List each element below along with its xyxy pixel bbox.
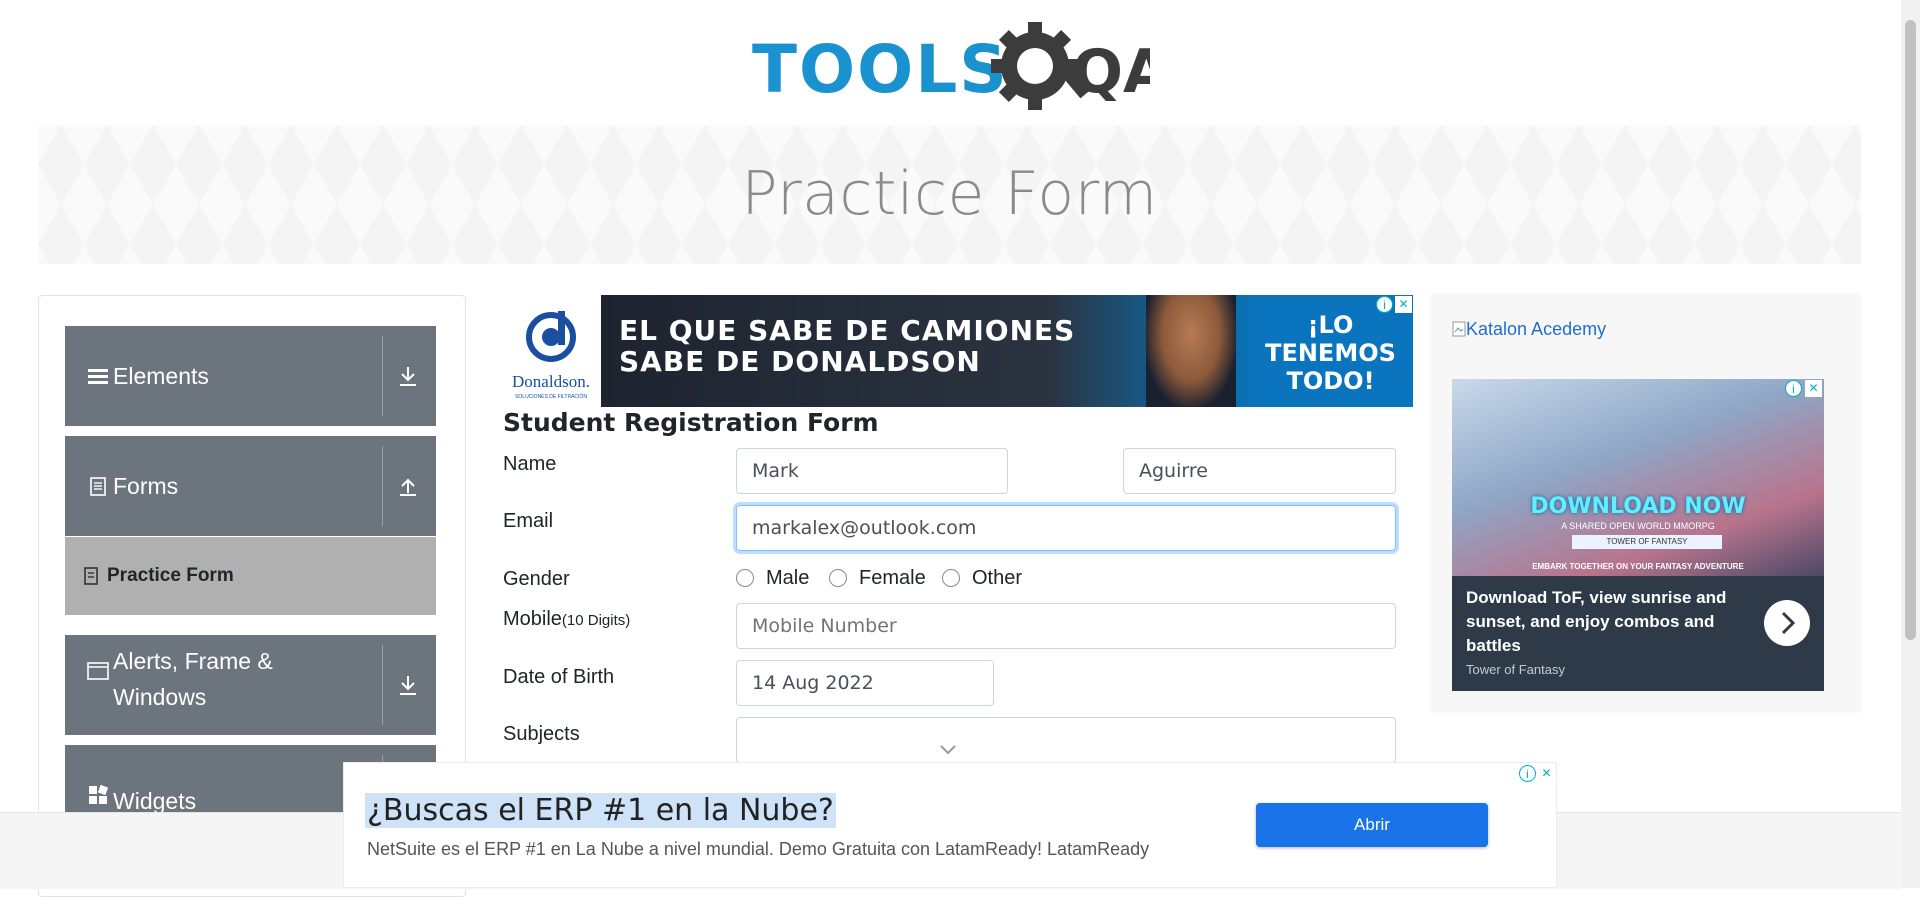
sidebar-group-label: Alerts, Frame & Windows bbox=[113, 648, 273, 710]
page-banner: Practice Form bbox=[38, 125, 1861, 264]
download-arrow-icon[interactable] bbox=[395, 363, 421, 389]
upload-arrow-icon[interactable] bbox=[395, 473, 421, 499]
ad-cta-line: TODO! bbox=[1286, 367, 1375, 395]
radio-label[interactable]: Other bbox=[972, 567, 1022, 590]
radio-circle[interactable] bbox=[942, 569, 960, 587]
tof-ad-footer: Download ToF, view sunrise and sunset, a… bbox=[1452, 576, 1824, 691]
radio-circle[interactable] bbox=[736, 569, 754, 587]
email-label: Email bbox=[503, 510, 554, 532]
form-icon bbox=[84, 567, 98, 585]
ad-headline-line: EL QUE SABE DE CAMIONES bbox=[619, 314, 1076, 347]
toolsqa-logo[interactable]: TOOLS QA bbox=[750, 18, 1170, 113]
ad-close-icon[interactable]: ✕ bbox=[1805, 380, 1822, 397]
ad-cta-line: TENEMOS bbox=[1265, 339, 1396, 367]
divider bbox=[382, 336, 383, 416]
ad-brand-name: Donaldson. bbox=[512, 372, 590, 391]
first-name-input[interactable] bbox=[736, 448, 1008, 494]
vertical-scrollbar[interactable] bbox=[1901, 0, 1920, 888]
ad-bottom-description: NetSuite es el ERP #1 en La Nube a nivel… bbox=[367, 839, 1150, 859]
tof-download-now: DOWNLOAD NOW bbox=[1530, 494, 1746, 519]
window-icon bbox=[87, 662, 109, 680]
ad-next-button[interactable] bbox=[1764, 600, 1810, 646]
sidebar-group-forms[interactable]: Forms bbox=[65, 436, 436, 536]
tof-game-name: TOWER OF FANTASY bbox=[1572, 535, 1722, 549]
radio-circle[interactable] bbox=[829, 569, 847, 587]
download-arrow-icon[interactable] bbox=[395, 672, 421, 698]
sidebar-group-alerts[interactable]: Alerts, Frame & Windows bbox=[65, 635, 436, 735]
chevron-down-icon[interactable] bbox=[939, 744, 957, 756]
hamburger-icon bbox=[88, 369, 108, 384]
subjects-label: Subjects bbox=[503, 723, 580, 745]
subjects-input[interactable] bbox=[736, 717, 1396, 763]
radio-label[interactable]: Male bbox=[766, 567, 809, 590]
ad-bottom-title: ¿Buscas el ERP #1 en la Nube? bbox=[365, 793, 836, 828]
mobile-input[interactable] bbox=[736, 603, 1396, 649]
tower-of-fantasy-ad[interactable]: DOWNLOAD NOW A SHARED OPEN WORLD MMORPG … bbox=[1452, 379, 1824, 691]
mobile-label: Mobile(10 Digits) bbox=[503, 608, 630, 631]
gender-label: Gender bbox=[503, 568, 570, 590]
ad-banner-top[interactable]: Donaldson. SOLUCIONES DE FILTRACIÓN EL Q… bbox=[503, 295, 1413, 407]
widgets-icon bbox=[89, 784, 109, 804]
name-label: Name bbox=[503, 453, 557, 475]
dob-label: Date of Birth bbox=[503, 666, 615, 688]
scrollbar-thumb[interactable] bbox=[1905, 20, 1916, 640]
tof-tagline: EMBARK TOGETHER ON YOUR FANTASY ADVENTUR… bbox=[1532, 562, 1744, 571]
sidebar-item-label: Practice Form bbox=[107, 565, 234, 586]
mobile-hint: (10 Digits) bbox=[561, 612, 631, 629]
ad-close-icon[interactable]: ✕ bbox=[1395, 296, 1412, 313]
ad-info-icon[interactable]: i bbox=[1519, 765, 1536, 782]
radio-label[interactable]: Female bbox=[859, 567, 926, 590]
divider bbox=[382, 645, 383, 725]
ad-close-icon[interactable]: ✕ bbox=[1538, 765, 1555, 782]
ad-open-button[interactable]: Abrir bbox=[1256, 803, 1488, 847]
katalon-ad-image-link[interactable]: Katalon Acedemy bbox=[1452, 319, 1606, 340]
chevron-right-icon bbox=[1781, 611, 1796, 635]
broken-image-icon bbox=[1452, 321, 1466, 337]
divider bbox=[382, 446, 383, 526]
email-input[interactable] bbox=[736, 505, 1396, 551]
tof-promo-sub: A SHARED OPEN WORLD MMORPG bbox=[1561, 521, 1715, 531]
ad-brand-sub: SOLUCIONES DE FILTRACIÓN bbox=[515, 393, 587, 400]
ad-banner-bottom[interactable]: i ✕ ¿Buscas el ERP #1 en la Nube? NetSui… bbox=[343, 762, 1557, 888]
ad-cta-line: ¡LO bbox=[1307, 311, 1354, 339]
date-of-birth-input[interactable] bbox=[736, 660, 994, 706]
page-title: Practice Form bbox=[741, 159, 1158, 229]
sidebar-group-label: Elements bbox=[113, 363, 209, 389]
mobile-label-text: Mobile bbox=[503, 608, 562, 630]
tof-headline: Download ToF, view sunrise and sunset, a… bbox=[1466, 588, 1727, 655]
ad-info-icon[interactable]: i bbox=[1785, 380, 1802, 397]
ad-person-image bbox=[1146, 295, 1236, 407]
logo-tools-text: TOOLS bbox=[752, 31, 1009, 108]
last-name-input[interactable] bbox=[1123, 448, 1396, 494]
ad-sidebar-right: Katalon Acedemy DOWNLOAD NOW A SHARED OP… bbox=[1432, 295, 1860, 711]
sidebar-group-label: Forms bbox=[113, 473, 179, 499]
ad-headline-line: SABE DE DONALDSON bbox=[619, 345, 981, 378]
ad-image: EL QUE SABE DE CAMIONES SABE DE DONALDSO… bbox=[601, 295, 1413, 407]
sidebar-item-practice-form[interactable]: Practice Form bbox=[65, 537, 436, 615]
document-icon bbox=[90, 477, 106, 496]
sidebar-group-elements[interactable]: Elements bbox=[65, 326, 436, 426]
katalon-ad-alt-text[interactable]: Katalon Acedemy bbox=[1466, 319, 1606, 339]
donaldson-logo: Donaldson. SOLUCIONES DE FILTRACIÓN bbox=[503, 295, 601, 407]
tof-advertiser: Tower of Fantasy bbox=[1466, 662, 1565, 677]
ad-info-icon[interactable]: i bbox=[1376, 296, 1393, 313]
ad-headline: EL QUE SABE DE CAMIONES SABE DE DONALDSO… bbox=[619, 315, 1075, 377]
form-title: Student Registration Form bbox=[503, 408, 879, 437]
logo-qa-text: QA bbox=[1072, 37, 1150, 107]
